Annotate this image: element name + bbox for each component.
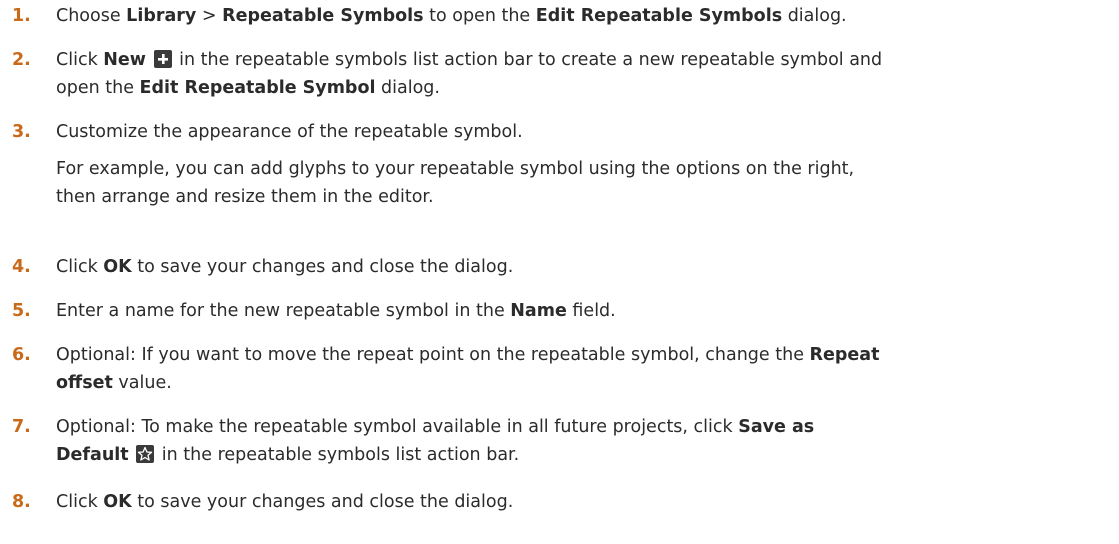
text: value. (112, 373, 172, 393)
step-number: 5. (12, 301, 31, 321)
text: to save your changes and close the dialo… (131, 257, 514, 277)
step-text: Choose Library > Repeatable Symbols to o… (56, 2, 1115, 30)
step-text: Enter a name for the new repeatable symb… (56, 297, 1115, 325)
step-text: Click New in the repeatable symbols list… (56, 46, 1115, 102)
text: field. (566, 301, 616, 321)
step-text: Click OK to save your changes and close … (56, 488, 1115, 516)
text: > (196, 6, 223, 26)
ok-label: OK (103, 492, 132, 512)
menu-library: Library (126, 6, 197, 26)
text: For example, you can add glyphs to your … (56, 159, 855, 179)
save-as-default-label: Save as (738, 417, 815, 437)
star-icon (136, 445, 155, 463)
plus-icon (153, 50, 172, 68)
text: dialog. (782, 6, 847, 26)
text: Optional: To make the repeatable symbol … (56, 417, 739, 437)
new-label: New (103, 50, 146, 70)
step-number: 3. (12, 122, 31, 142)
text: Click (56, 492, 104, 512)
step-number: 1. (12, 6, 31, 26)
step-number: 7. (12, 417, 31, 437)
dialog-name: Edit Repeatable Symbols (535, 6, 783, 26)
save-as-default-label: Default (56, 445, 129, 465)
step-text: Customize the appearance of the repeatab… (56, 118, 1115, 211)
text: Optional: If you want to move the repeat… (56, 345, 810, 365)
text: open the (56, 78, 140, 98)
step-number: 4. (12, 257, 31, 277)
text: dialog. (375, 78, 440, 98)
name-field-label: Name (510, 301, 567, 321)
text: then arrange and resize them in the edit… (56, 187, 434, 207)
text: in the repeatable symbols list action ba… (173, 50, 883, 70)
text: to save your changes and close the dialo… (131, 492, 514, 512)
dialog-name: Edit Repeatable Symbol (139, 78, 376, 98)
repeat-offset-label: offset (56, 373, 113, 393)
step-number: 2. (12, 50, 31, 70)
repeat-offset-label: Repeat (809, 345, 880, 365)
menu-repeatable-symbols: Repeatable Symbols (222, 6, 424, 26)
step-text: Click OK to save your changes and close … (56, 253, 1115, 281)
step-text: Optional: To make the repeatable symbol … (56, 413, 1115, 469)
text: Customize the appearance of the repeatab… (56, 122, 523, 142)
text: in the repeatable symbols list action ba… (156, 445, 520, 465)
text: to open the (423, 6, 536, 26)
text: Enter a name for the new repeatable symb… (56, 301, 511, 321)
ok-label: OK (103, 257, 132, 277)
text: Click (56, 257, 104, 277)
step-text: Optional: If you want to move the repeat… (56, 341, 1115, 397)
step-number: 6. (12, 345, 31, 365)
step-number: 8. (12, 492, 31, 512)
text: Click (56, 50, 104, 70)
text: Choose (56, 6, 127, 26)
